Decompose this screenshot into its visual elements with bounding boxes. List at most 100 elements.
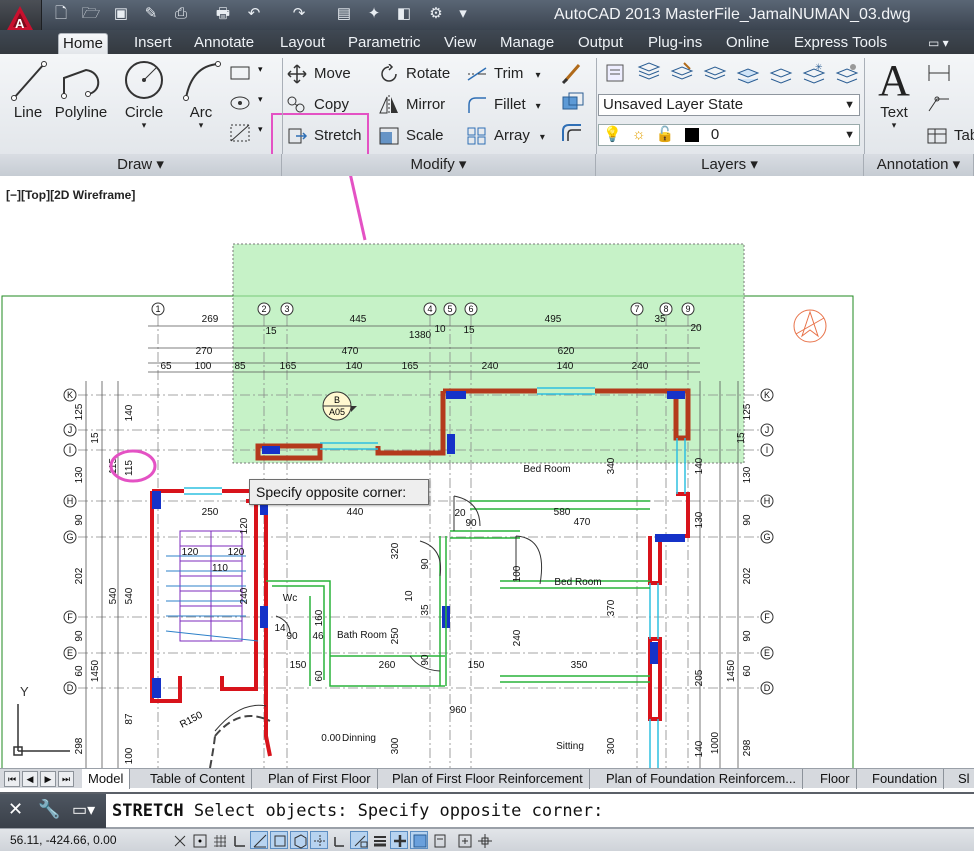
- open-file-icon[interactable]: 🗁: [80, 4, 102, 24]
- layout-tab-plan-first-floor[interactable]: Plan of First Floor: [262, 769, 378, 789]
- mirror-button[interactable]: Mirror: [378, 93, 445, 117]
- dim-right-130: 130: [742, 466, 753, 483]
- save-as-icon[interactable]: ✎: [140, 4, 162, 24]
- quick-properties-icon[interactable]: [410, 831, 428, 849]
- explode-icon[interactable]: [558, 90, 586, 114]
- new-file-icon[interactable]: 🗋: [50, 4, 72, 24]
- next-layout-icon[interactable]: ▶: [40, 771, 56, 787]
- polyline-button[interactable]: Polyline: [52, 58, 110, 121]
- close-command-line-icon[interactable]: ✕: [8, 799, 23, 820]
- draw-dropdown-2[interactable]: ▾: [258, 94, 263, 105]
- properties-icon[interactable]: ▤: [333, 4, 355, 24]
- tab-home[interactable]: Home: [58, 33, 109, 54]
- customize-quick-access-icon[interactable]: ▾: [452, 4, 474, 24]
- trim-button[interactable]: Trim ▾: [466, 62, 540, 86]
- array-button[interactable]: Array ▾: [466, 124, 545, 148]
- polar-tracking-icon[interactable]: [250, 831, 268, 849]
- print-icon[interactable]: 🖶: [212, 4, 234, 24]
- text-button[interactable]: A Text ▾: [872, 58, 916, 130]
- command-line[interactable]: ✕ 🔧 ▭▾ STRETCH Select objects: Specify o…: [0, 792, 974, 828]
- layout-tab-foundation[interactable]: Foundation: [866, 769, 945, 789]
- redo-icon[interactable]: ↷: [288, 4, 310, 24]
- snap-mode-icon[interactable]: [190, 831, 208, 849]
- hatch-icon[interactable]: [226, 90, 254, 114]
- offset-icon[interactable]: [558, 120, 586, 144]
- ortho-mode-icon[interactable]: [230, 831, 248, 849]
- tab-layout[interactable]: Layout: [276, 33, 329, 54]
- tab-manage[interactable]: Manage: [496, 33, 558, 54]
- customize-wrench-icon[interactable]: 🔧: [38, 799, 60, 820]
- grid-label-f: F: [67, 612, 73, 622]
- minimize-ribbon-icon[interactable]: ▭ ▾: [924, 33, 953, 54]
- object-snap-tracking-icon[interactable]: [310, 831, 328, 849]
- layout-tab-model[interactable]: Model: [82, 769, 131, 789]
- first-layout-icon[interactable]: ⏮: [4, 771, 20, 787]
- undo-icon[interactable]: ↶: [243, 4, 265, 24]
- tab-express-tools[interactable]: Express Tools: [790, 33, 891, 54]
- draw-dropdown-1[interactable]: ▾: [258, 64, 263, 75]
- annotation-panel-footer[interactable]: Annotation ▾: [864, 154, 974, 176]
- crosshair-icon[interactable]: [475, 831, 493, 849]
- save-icon[interactable]: ▣: [110, 4, 132, 24]
- coordinate-readout[interactable]: 56.11, -424.66, 0.00: [10, 833, 117, 847]
- layout-tab-plan-foundation-reinforcement[interactable]: Plan of Foundation Reinforcem...: [600, 769, 804, 789]
- transparency-icon[interactable]: [390, 831, 408, 849]
- draw-dropdown-3[interactable]: ▾: [258, 124, 263, 135]
- selection-cycling-icon[interactable]: [430, 831, 448, 849]
- draw-panel-footer[interactable]: Draw ▾: [0, 154, 282, 176]
- layer-freeze-icon[interactable]: ✳: [799, 60, 827, 84]
- fillet-button[interactable]: Fillet ▾: [466, 93, 541, 117]
- infer-constraints-icon[interactable]: [170, 831, 188, 849]
- linear-dimension-icon[interactable]: [924, 60, 952, 84]
- lineweight-icon[interactable]: [370, 831, 388, 849]
- arc-button[interactable]: Arc ▾: [178, 58, 224, 130]
- sheet-set-icon[interactable]: ✦: [363, 4, 385, 24]
- dim-right-140: 140: [694, 457, 705, 474]
- tab-plug-ins[interactable]: Plug-ins: [644, 33, 706, 54]
- annotation-monitor-icon[interactable]: [455, 831, 473, 849]
- layer-unisolate-icon[interactable]: [766, 60, 794, 84]
- rectangle-icon[interactable]: [226, 60, 254, 84]
- layer-dropdown[interactable]: 💡 ☼ 🔓 0 ▼: [598, 124, 860, 146]
- object-snap-icon[interactable]: [270, 831, 288, 849]
- rotate-button[interactable]: Rotate: [378, 62, 450, 86]
- scale-button[interactable]: Scale: [378, 124, 444, 148]
- publish-icon[interactable]: ◧: [393, 4, 415, 24]
- 3d-object-snap-icon[interactable]: [290, 831, 308, 849]
- allow-ucs-icon[interactable]: [330, 831, 348, 849]
- recent-commands-icon[interactable]: ▭▾: [72, 800, 95, 820]
- tab-view[interactable]: View: [440, 33, 480, 54]
- layer-off-icon[interactable]: [832, 60, 860, 84]
- layer-isolate-icon[interactable]: [733, 60, 761, 84]
- layer-state-dropdown[interactable]: Unsaved Layer State ▼: [598, 94, 860, 116]
- move-button[interactable]: Move: [286, 62, 351, 86]
- layer-previous-icon[interactable]: [700, 60, 728, 84]
- layout-tab-floor[interactable]: Floor: [814, 769, 857, 789]
- tab-annotate[interactable]: Annotate: [190, 33, 258, 54]
- layout-tab-plan-first-floor-reinforcement[interactable]: Plan of First Floor Reinforcement: [386, 769, 590, 789]
- layer-properties-icon[interactable]: [601, 60, 629, 84]
- modify-panel-footer[interactable]: Modify ▾: [282, 154, 596, 176]
- circle-button[interactable]: Circle ▾: [118, 58, 170, 130]
- leader-icon[interactable]: [924, 90, 952, 114]
- erase-icon[interactable]: [558, 60, 586, 85]
- layers-panel-footer[interactable]: Layers ▾: [596, 154, 864, 176]
- region-icon[interactable]: [226, 120, 254, 144]
- line-button[interactable]: Line: [6, 58, 50, 121]
- plot-preview-icon[interactable]: ⎙: [170, 4, 192, 24]
- layer-match-icon[interactable]: [667, 60, 695, 84]
- layer-state-icon[interactable]: [634, 60, 662, 84]
- tab-online[interactable]: Online: [722, 33, 773, 54]
- previous-layout-icon[interactable]: ◀: [22, 771, 38, 787]
- layout-tab-table-of-content[interactable]: Table of Content: [144, 769, 252, 789]
- tab-parametric[interactable]: Parametric: [344, 33, 425, 54]
- drawing-canvas[interactable]: [−][Top][2D Wireframe] 1 2 3 4 5 6 7 8 9…: [0, 176, 974, 768]
- last-layout-icon[interactable]: ⏭: [58, 771, 74, 787]
- dynamic-input-icon[interactable]: [350, 831, 368, 849]
- layout-tab-truncated[interactable]: Sl: [952, 769, 974, 789]
- grid-display-icon[interactable]: [210, 831, 228, 849]
- table-button[interactable]: Tab: [926, 124, 974, 148]
- tab-insert[interactable]: Insert: [130, 33, 176, 54]
- tab-output[interactable]: Output: [574, 33, 627, 54]
- workspace-icon[interactable]: ⚙: [425, 4, 447, 24]
